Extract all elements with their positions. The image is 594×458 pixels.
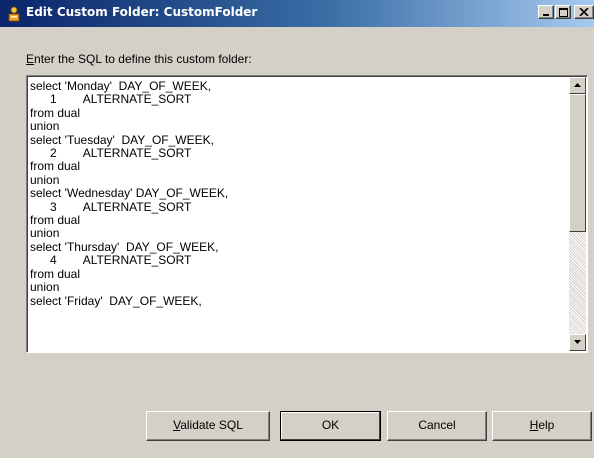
vertical-scrollbar[interactable] — [569, 77, 586, 351]
prompt-text: nter the SQL to define this custom folde… — [34, 52, 252, 66]
minimize-icon[interactable] — [538, 5, 554, 19]
close-icon[interactable] — [574, 5, 594, 19]
sql-prompt-label: Enter the SQL to define this custom fold… — [26, 52, 252, 66]
help-label: elp — [538, 418, 555, 432]
scroll-thumb[interactable] — [569, 94, 586, 232]
prompt-accelerator: E — [26, 52, 35, 66]
ok-button[interactable]: OK — [280, 411, 381, 441]
sql-text[interactable]: select 'Monday' DAY_OF_WEEK, 1 ALTERNATE… — [30, 79, 560, 308]
title-bar[interactable]: Edit Custom Folder: CustomFolder — [0, 0, 594, 27]
help-button[interactable]: Help — [492, 411, 592, 441]
validate-sql-button[interactable]: Validate SQL — [146, 411, 270, 441]
validate-label: alidate SQL — [180, 418, 243, 432]
maximize-icon[interactable] — [555, 5, 571, 19]
scroll-down-button[interactable] — [569, 334, 586, 351]
arrow-up-icon — [574, 83, 581, 87]
scroll-up-button[interactable] — [569, 77, 586, 94]
cancel-label: Cancel — [418, 418, 456, 432]
sql-editor[interactable]: select 'Monday' DAY_OF_WEEK, 1 ALTERNATE… — [26, 75, 588, 353]
ok-label: OK — [321, 418, 340, 432]
window-title: Edit Custom Folder: CustomFolder — [26, 5, 258, 19]
custom-folder-icon — [6, 6, 22, 22]
cancel-button[interactable]: Cancel — [387, 411, 487, 441]
arrow-down-icon — [574, 340, 581, 344]
